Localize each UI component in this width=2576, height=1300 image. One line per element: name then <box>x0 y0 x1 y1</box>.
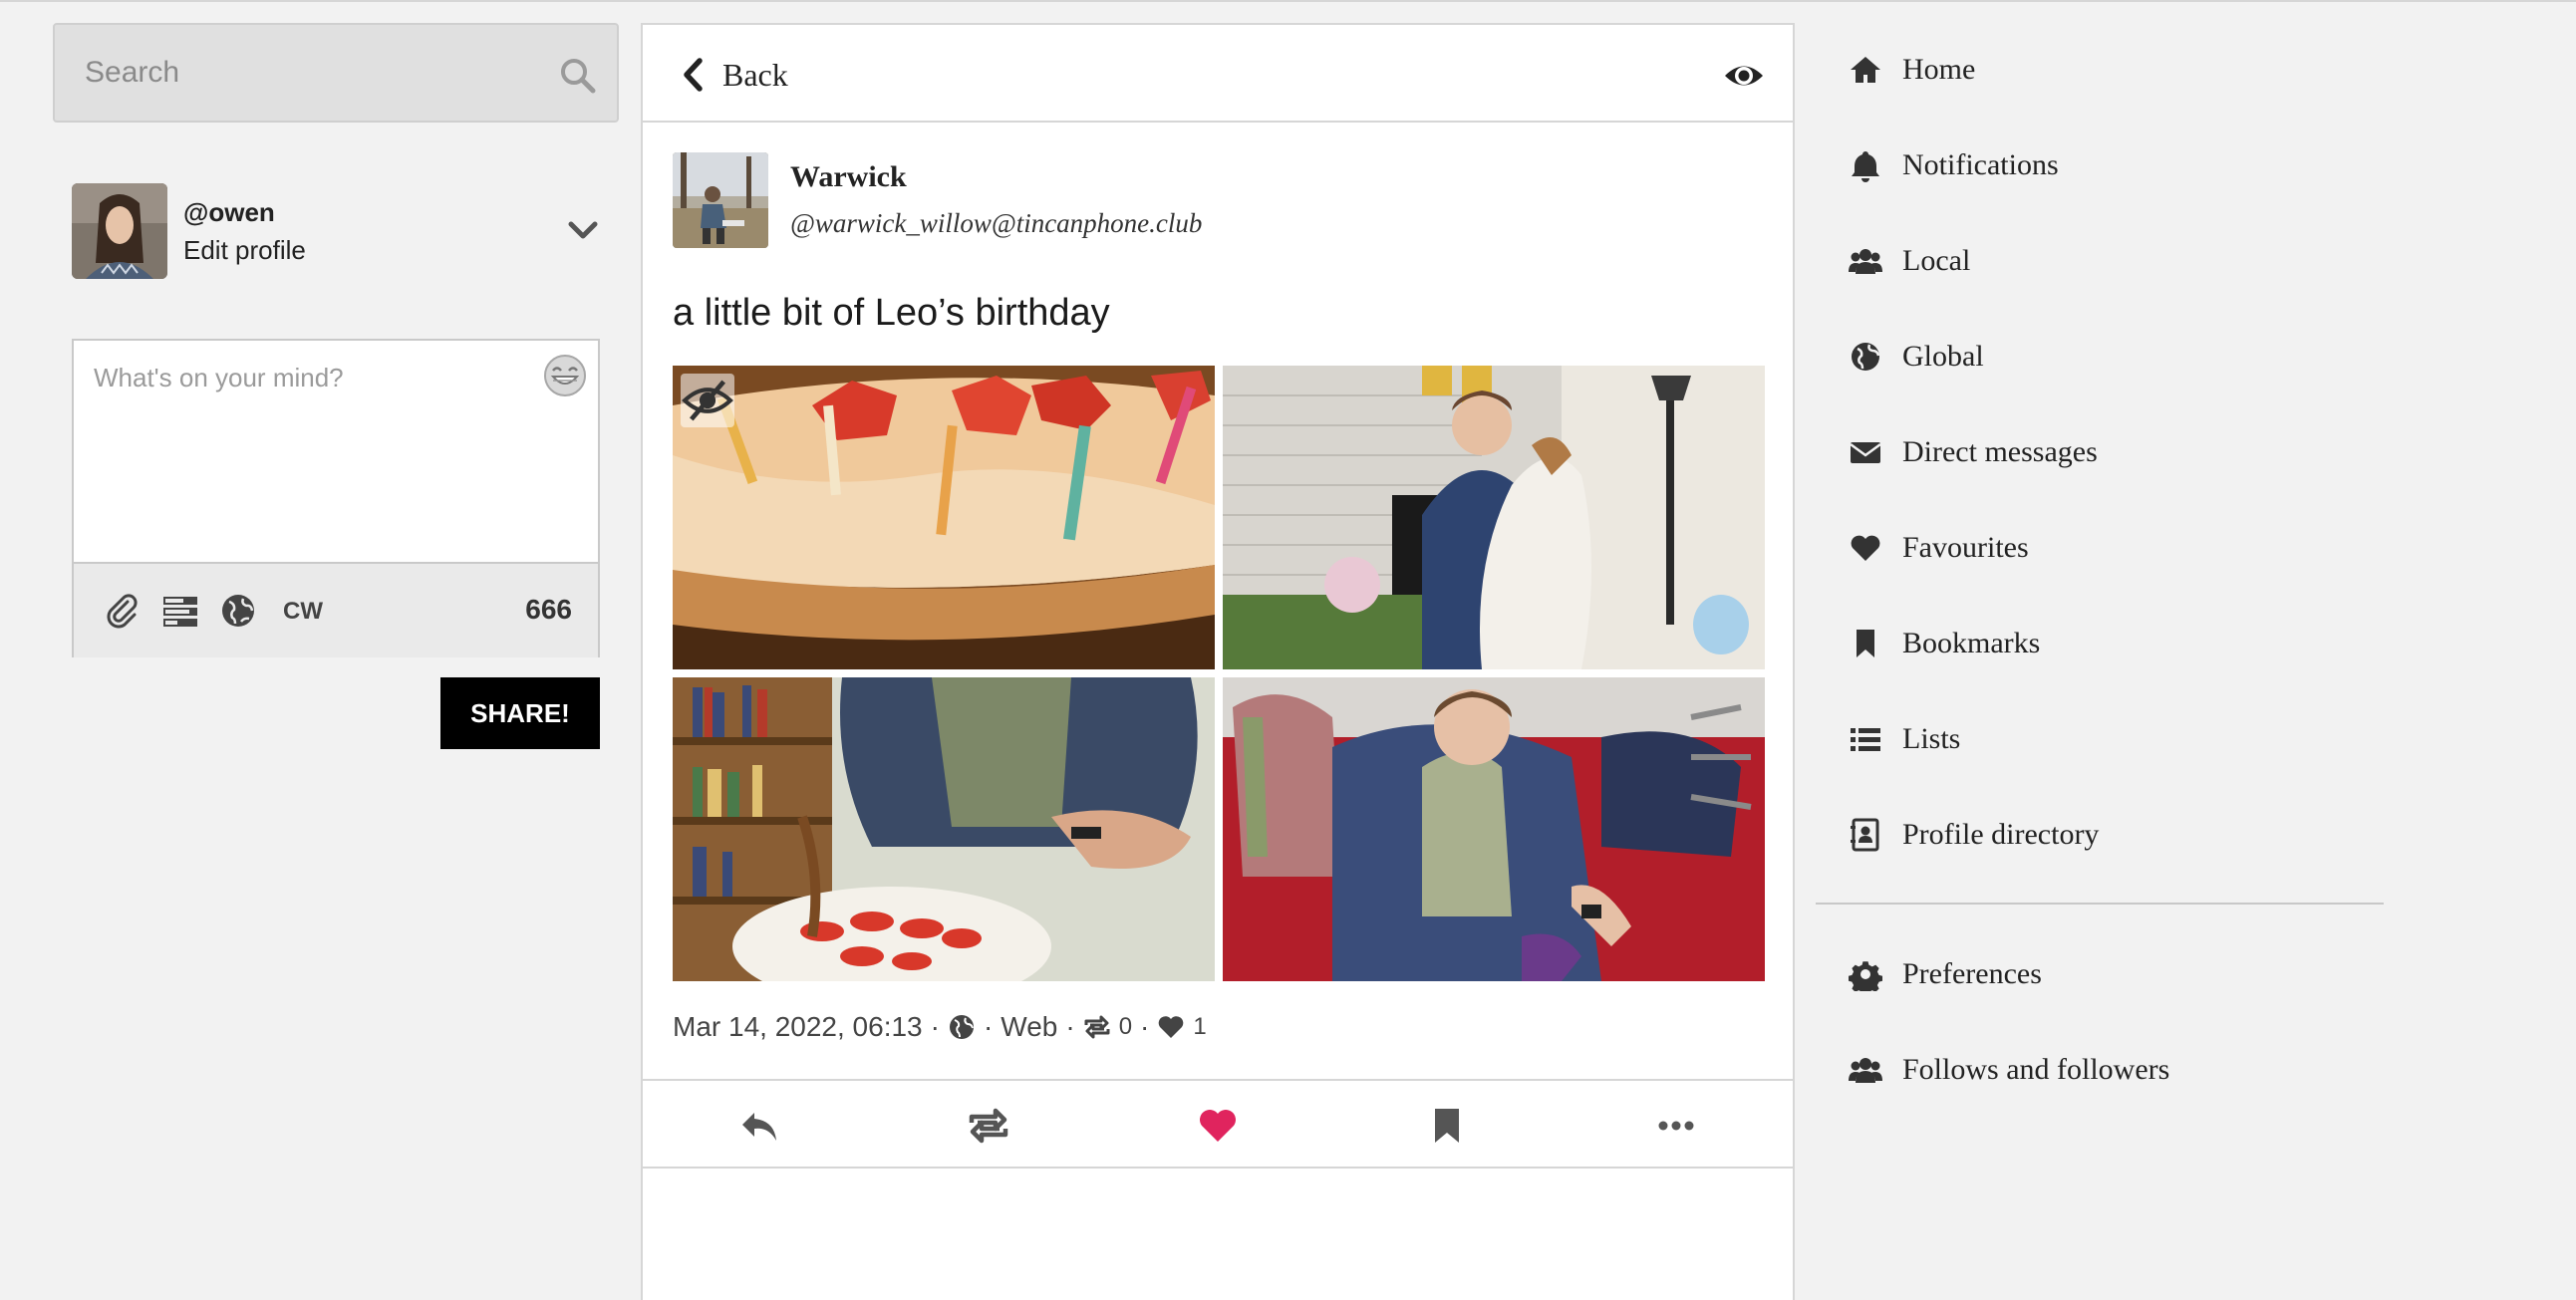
media-thumbnail[interactable] <box>1223 366 1765 669</box>
media-gallery <box>673 366 1765 981</box>
users-icon <box>1849 249 1882 274</box>
column-header: Back <box>643 25 1793 123</box>
nav-item-profile-directory[interactable]: Profile directory <box>1849 805 2099 865</box>
top-border <box>0 0 2576 2</box>
globe-icon <box>949 1015 974 1039</box>
action-bar <box>643 1079 1793 1169</box>
nav-label: Local <box>1902 244 1971 277</box>
search-input[interactable] <box>85 47 543 99</box>
nav-divider <box>1816 903 2384 905</box>
nav-item-global[interactable]: Global <box>1849 327 1984 387</box>
status-content: a little bit of Leo’s birthday <box>673 292 1110 334</box>
account-panel: @owen Edit profile <box>72 183 600 279</box>
nav-item-notifications[interactable]: Notifications <box>1849 135 2059 195</box>
nav-label: Lists <box>1902 722 1961 755</box>
globe-icon[interactable] <box>219 592 257 630</box>
bookmark-icon[interactable] <box>1426 1105 1468 1147</box>
nav-label: Direct messages <box>1902 435 2098 468</box>
nav-item-direct-messages[interactable]: Direct messages <box>1849 422 2098 482</box>
separator: · <box>1140 1011 1150 1042</box>
nav-label: Profile directory <box>1902 818 2100 851</box>
boost-icon[interactable] <box>968 1105 1009 1147</box>
nav-label: Follows and followers <box>1902 1053 2170 1086</box>
chevron-left-icon <box>684 58 703 92</box>
nav-label: Preferences <box>1902 957 2042 990</box>
account-handle[interactable]: @owen <box>183 197 275 228</box>
reply-icon[interactable] <box>738 1105 780 1147</box>
author-account[interactable]: @warwick_willow@tincanphone.club <box>790 208 1202 239</box>
search-icon[interactable] <box>557 55 597 95</box>
heart-icon[interactable] <box>1157 1013 1185 1041</box>
compose-toolbar: CW 666 <box>74 562 598 657</box>
nav-label: Favourites <box>1902 531 2029 564</box>
share-button[interactable]: SHARE! <box>440 677 600 749</box>
author-avatar[interactable] <box>673 152 768 248</box>
status-timestamp[interactable]: Mar 14, 2022, 06:13 <box>673 1011 923 1043</box>
nav-label: Bookmarks <box>1902 627 2041 659</box>
compose-textarea[interactable] <box>74 341 598 562</box>
search-box[interactable] <box>53 23 619 123</box>
reblog-count[interactable]: 0 <box>1119 1013 1132 1041</box>
users-icon <box>1849 1058 1882 1083</box>
nav-item-favourites[interactable]: Favourites <box>1849 518 2029 578</box>
eye-slash-icon <box>682 380 733 421</box>
nav-item-local[interactable]: Local <box>1849 231 1970 291</box>
media-thumbnail[interactable] <box>1223 677 1765 981</box>
content-warning-button[interactable]: CW <box>283 598 323 626</box>
back-button[interactable]: Back <box>681 53 788 97</box>
eye-icon[interactable] <box>1723 55 1765 97</box>
status-meta: Mar 14, 2022, 06:13 · · Web · 0 · 1 <box>673 1011 1207 1043</box>
author-display-name[interactable]: Warwick <box>790 160 907 194</box>
chevron-down-icon[interactable] <box>566 213 600 247</box>
bell-icon <box>1852 151 1879 182</box>
nav-item-follows-and-followers[interactable]: Follows and followers <box>1849 1040 2169 1100</box>
status-application: Web <box>1001 1011 1058 1042</box>
nav-item-home[interactable]: Home <box>1849 40 1975 100</box>
address-book-icon <box>1851 818 1879 852</box>
media-thumbnail[interactable] <box>673 366 1215 669</box>
status-detail-column: Back Warwick @warwick_willow@tincanphone… <box>641 23 1795 1300</box>
compose-form: CW 666 <box>72 339 600 657</box>
nav-label: Notifications <box>1902 148 2059 181</box>
back-label: Back <box>722 56 788 93</box>
separator: · <box>983 1011 994 1042</box>
separator: · <box>930 1011 940 1042</box>
bookmark-icon <box>1857 630 1874 657</box>
separator: · <box>1065 1011 1075 1042</box>
nav-item-preferences[interactable]: Preferences <box>1849 944 2042 1004</box>
character-counter: 666 <box>525 594 572 625</box>
globe-icon <box>1852 343 1880 371</box>
hide-media-button[interactable] <box>681 374 734 427</box>
nav-item-bookmarks[interactable]: Bookmarks <box>1849 614 2040 673</box>
gear-icon <box>1849 961 1882 991</box>
edit-profile-link[interactable]: Edit profile <box>183 235 306 266</box>
poll-icon[interactable] <box>161 592 199 630</box>
favourite-count[interactable]: 1 <box>1193 1013 1206 1041</box>
favourite-icon[interactable] <box>1197 1105 1239 1147</box>
home-icon <box>1851 57 1880 83</box>
avatar[interactable] <box>72 183 167 279</box>
envelope-icon <box>1850 442 1881 463</box>
ellipsis-icon[interactable] <box>1655 1105 1697 1147</box>
emoji-picker-icon[interactable] <box>542 353 588 398</box>
nav-item-lists[interactable]: Lists <box>1849 709 1960 769</box>
paperclip-icon[interactable] <box>104 592 142 630</box>
retweet-icon[interactable] <box>1083 1013 1111 1041</box>
media-thumbnail[interactable] <box>673 677 1215 981</box>
heart-icon <box>1851 535 1880 561</box>
nav-label: Global <box>1902 340 1984 373</box>
nav-label: Home <box>1902 53 1976 86</box>
list-icon <box>1851 728 1880 751</box>
